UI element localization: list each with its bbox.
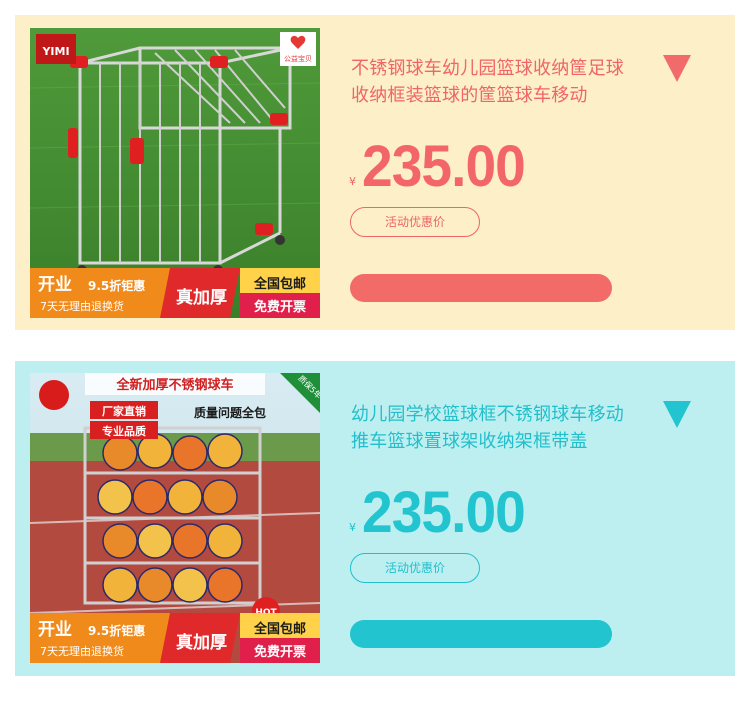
thumb-tag-factory: 厂家直销 — [102, 404, 146, 418]
thumb-banner-return: 7天无理由退换货 — [40, 299, 124, 313]
thumb-tag-guarantee: 质量问题全包 — [194, 405, 266, 420]
thumb-banner-discount: 9.5折钜惠 — [88, 623, 145, 638]
promo-price-button-2[interactable]: 活动优惠价 — [350, 553, 480, 583]
product-price-1: 235.00 — [362, 134, 526, 199]
apple-logo-icon — [39, 380, 69, 410]
thumb-headline: 全新加厚不锈钢球车 — [115, 377, 233, 393]
triangle-down-icon[interactable] — [663, 401, 691, 428]
product-title-2[interactable]: 幼儿园学校篮球框不锈钢球车移动推车篮球置球架收纳架框带盖 — [351, 401, 641, 455]
thumb-banner-discount: 9.5折钜惠 — [88, 278, 145, 293]
thumb-banner-thick: 真加厚 — [176, 632, 227, 653]
product-image-2[interactable]: 全新加厚不锈钢球车 厂家直销 专业品质 质量问题全包 质保5年 HOT 开业 9… — [30, 373, 320, 663]
triangle-down-icon[interactable] — [663, 55, 691, 82]
currency-symbol-2: ¥ — [349, 521, 356, 534]
thumb-tag-quality: 专业品质 — [102, 424, 146, 438]
product-price-2: 235.00 — [362, 480, 526, 545]
thumb-banner-open: 开业 — [38, 275, 72, 295]
product-card-2[interactable]: 全新加厚不锈钢球车 厂家直销 专业品质 质量问题全包 质保5年 HOT 开业 9… — [15, 361, 735, 676]
currency-symbol-1: ¥ — [349, 175, 356, 188]
thumb-banner-thick: 真加厚 — [176, 287, 227, 308]
product-image-1[interactable]: YIMI 公益宝贝 开业 9.5折钜惠 7天无理由退换货 真加厚 全国包邮 免费… — [30, 28, 320, 318]
thumb-top-badge: 公益宝贝 — [284, 54, 312, 63]
product-card-1[interactable]: YIMI 公益宝贝 开业 9.5折钜惠 7天无理由退换货 真加厚 全国包邮 免费… — [15, 15, 735, 330]
thumb-banner-return: 7天无理由退换货 — [40, 644, 124, 658]
thumb-banner-freeship: 全国包邮 — [253, 621, 306, 637]
buy-button-2[interactable] — [350, 620, 612, 648]
thumb-banner-invoice: 免费开票 — [254, 299, 306, 315]
promo-price-button-1[interactable]: 活动优惠价 — [350, 207, 480, 237]
thumb-banner-freeship: 全国包邮 — [253, 276, 306, 292]
product-title-1[interactable]: 不锈钢球车幼儿园篮球收纳筐足球收纳框装篮球的筐篮球车移动 — [351, 55, 641, 109]
thumb-logo: YIMI — [41, 45, 69, 58]
thumb-banner-open: 开业 — [38, 620, 72, 640]
buy-button-1[interactable] — [350, 274, 612, 302]
thumb-banner-invoice: 免费开票 — [254, 644, 306, 660]
